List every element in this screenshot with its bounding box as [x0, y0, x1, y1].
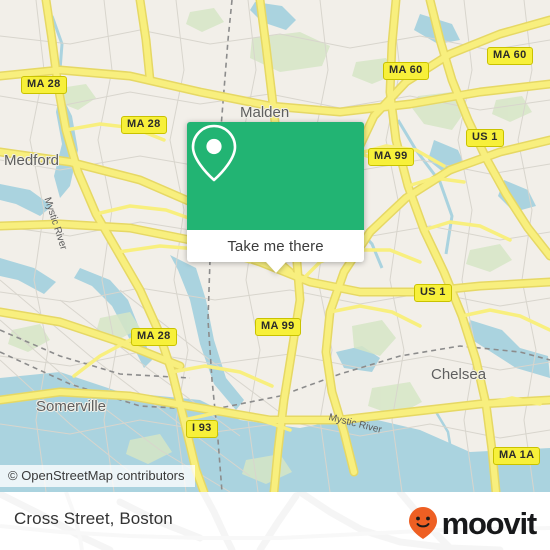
highway-shield-ma-99-upper[interactable]: MA 99: [368, 148, 414, 166]
map-pin-icon: [191, 124, 237, 182]
location-title: Cross Street, Boston: [14, 509, 173, 528]
moovit-pin-icon: [408, 507, 437, 539]
footer-bar: Cross Street, Boston moovit: [0, 492, 550, 550]
highway-shield-ma-99-lower[interactable]: MA 99: [255, 318, 301, 336]
highway-shield-ma-1a[interactable]: MA 1A: [493, 447, 541, 465]
highway-shield-ma-60-right[interactable]: MA 60: [487, 47, 533, 65]
popup-action-bar[interactable]: Take me there: [187, 230, 364, 262]
take-me-there-popup[interactable]: Take me there: [187, 122, 364, 273]
popup-header: [187, 122, 364, 230]
highway-shield-ma-28-lower[interactable]: MA 28: [131, 328, 177, 346]
highway-shield-us-1-upper[interactable]: US 1: [466, 129, 504, 147]
take-me-there-label: Take me there: [227, 237, 324, 255]
osm-attribution[interactable]: © OpenStreetMap contributors: [0, 465, 195, 487]
highway-shield-us-1-lower[interactable]: US 1: [414, 284, 452, 302]
moovit-logo[interactable]: moovit: [407, 505, 538, 541]
highway-shield-ma-28-top[interactable]: MA 28: [21, 76, 67, 94]
highway-shield-ma-60-left[interactable]: MA 60: [383, 62, 429, 80]
popup-pointer-tail: [265, 262, 286, 273]
map-canvas[interactable]: Malden Medford Somerville Chelsea Mystic…: [0, 0, 550, 492]
highway-shield-ma-28-upper[interactable]: MA 28: [121, 116, 167, 134]
moovit-wordmark: moovit: [441, 505, 538, 541]
highway-shield-i-93[interactable]: I 93: [186, 420, 218, 438]
moovit-map-screen: Malden Medford Somerville Chelsea Mystic…: [0, 0, 550, 550]
